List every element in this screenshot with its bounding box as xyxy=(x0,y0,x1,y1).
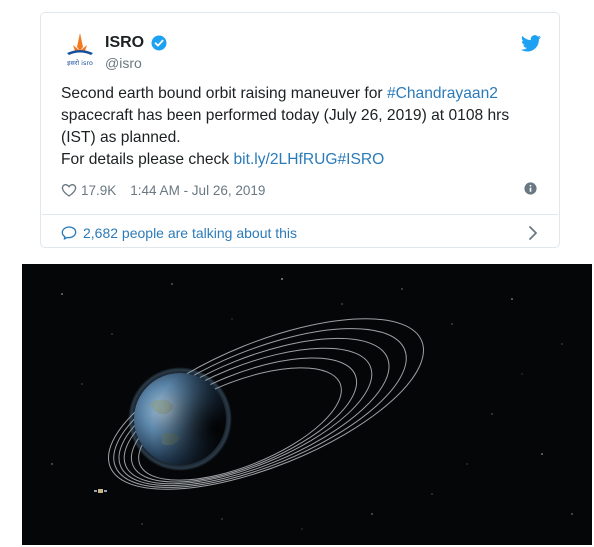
like-count[interactable]: 17.9K xyxy=(81,183,116,198)
tweet-text-line1: Second earth bound orbit raising maneuve… xyxy=(61,85,387,102)
chevron-right-icon[interactable] xyxy=(527,226,539,240)
space-scene xyxy=(22,264,592,545)
isro-logo-icon[interactable]: इसरो isro xyxy=(61,31,99,69)
heart-icon[interactable] xyxy=(61,182,77,198)
twitter-bird-icon[interactable] xyxy=(521,35,541,52)
verified-badge-icon xyxy=(151,35,167,51)
tweet-text-line2: spacecraft has been performed today (Jul… xyxy=(61,107,510,124)
hashtag-link[interactable]: #Chandrayaan2 xyxy=(387,85,498,102)
tweet-card[interactable]: इसरो isro ISRO @isro Second earth bound … xyxy=(40,12,560,248)
tweet-text-line3: (IST) as planned. xyxy=(61,129,181,146)
earth xyxy=(128,367,232,471)
talking-about-text[interactable]: 2,682 people are talking about this xyxy=(83,225,297,241)
tweet-header: इसरो isro ISRO @isro xyxy=(61,31,541,75)
isro-logo-text: इसरो isro xyxy=(67,59,93,67)
chandrayaan-orbit-image xyxy=(22,264,592,545)
author-name[interactable]: ISRO xyxy=(105,34,144,52)
tweet-text-line4: For details please check xyxy=(61,151,234,168)
tweet-text: Second earth bound orbit raising maneuve… xyxy=(61,83,541,171)
details-link[interactable]: bit.ly/2LHfRUG#ISRO xyxy=(233,151,384,168)
speech-bubble-icon xyxy=(61,226,77,240)
tweet-meta: 17.9K 1:44 AM - Jul 26, 2019 xyxy=(61,180,541,200)
card-divider xyxy=(42,214,558,215)
talking-about-row[interactable]: 2,682 people are talking about this xyxy=(61,219,541,247)
info-icon[interactable] xyxy=(524,182,537,195)
tweet-timestamp[interactable]: 1:44 AM - Jul 26, 2019 xyxy=(130,183,265,198)
author-handle[interactable]: @isro xyxy=(105,55,142,71)
